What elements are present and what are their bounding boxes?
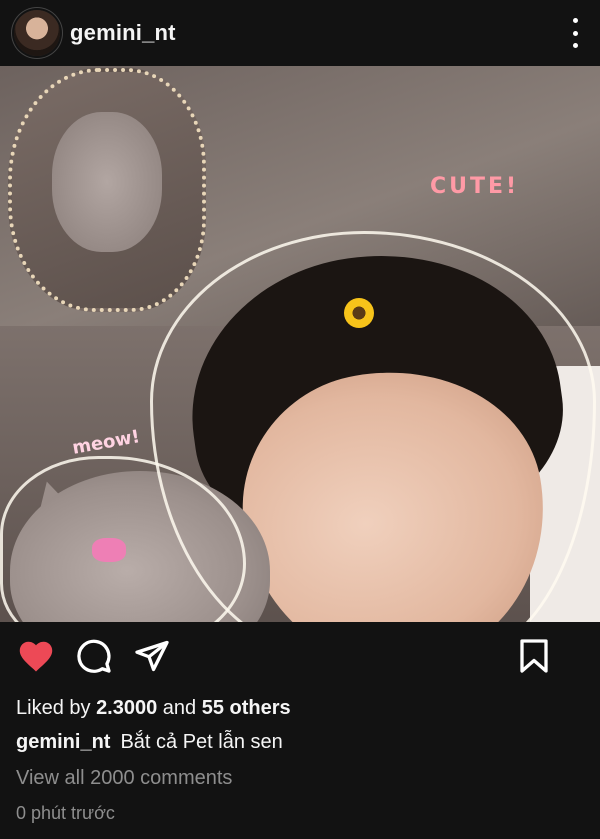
- view-comments-link[interactable]: View all 2000 comments: [0, 760, 600, 796]
- sunflower-sticker: [344, 298, 374, 328]
- cute-sticker: CUTE!: [430, 174, 520, 199]
- likes-prefix: Liked by: [16, 697, 91, 719]
- bookmark-icon[interactable]: [514, 636, 554, 676]
- photo-inset-frame: [8, 68, 206, 312]
- post-header: gemini_nt: [0, 0, 600, 66]
- action-bar: [0, 622, 600, 690]
- post-caption: gemini_nt Bắt cả Pet lẫn sen: [0, 724, 600, 760]
- post-photo[interactable]: CUTE! meow!: [0, 66, 600, 622]
- caption-username[interactable]: gemini_nt: [16, 731, 110, 753]
- caption-text: Bắt cả Pet lẫn sen: [120, 731, 283, 753]
- heart-filled-icon[interactable]: [16, 636, 56, 676]
- paper-plane-icon[interactable]: [132, 636, 172, 676]
- likes-summary[interactable]: Liked by 2.3000 and 55 others: [0, 692, 600, 724]
- likes-others[interactable]: 55 others: [202, 697, 291, 719]
- post-timestamp: 0 phút trước: [16, 803, 115, 823]
- avatar[interactable]: [14, 10, 60, 56]
- top-liker[interactable]: 2.3000: [96, 697, 157, 719]
- kitten-figure: [52, 112, 162, 252]
- post-username[interactable]: gemini_nt: [70, 20, 176, 46]
- more-vertical-icon[interactable]: [570, 18, 580, 48]
- comment-bubble-icon[interactable]: [74, 636, 114, 676]
- likes-joiner: and: [162, 697, 197, 719]
